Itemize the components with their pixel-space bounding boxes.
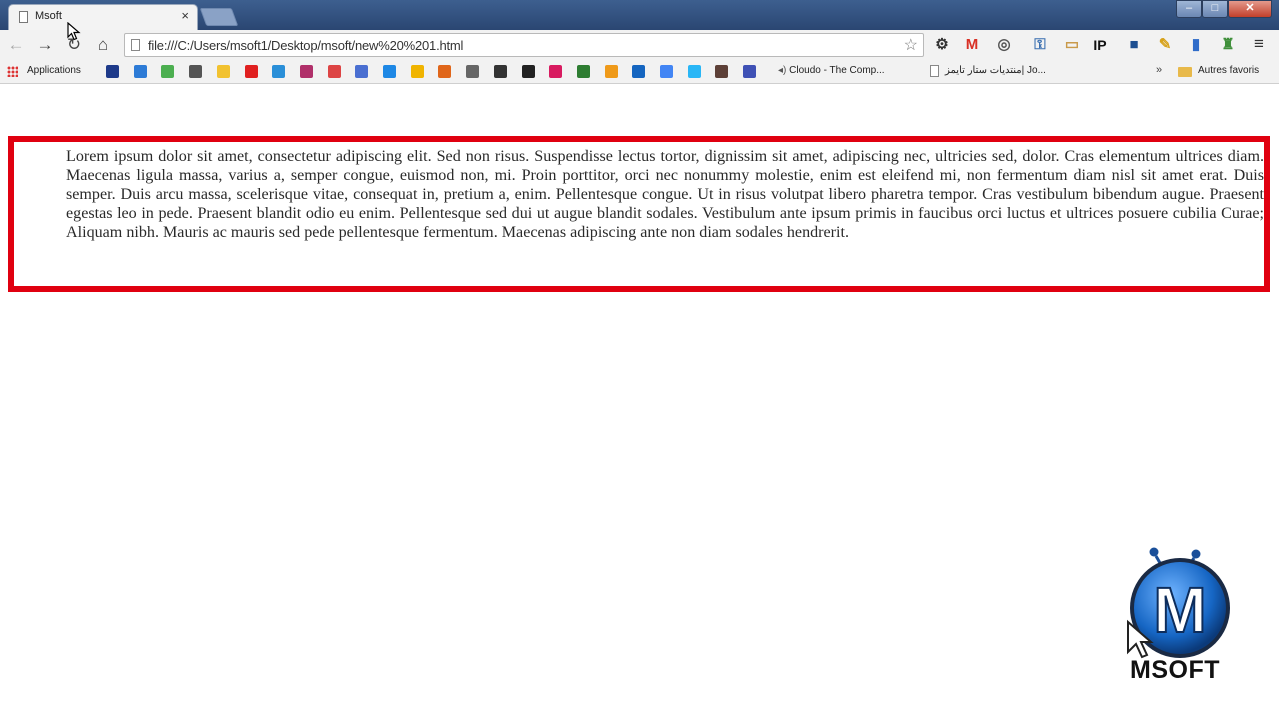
- bookmark-favicon-icon[interactable]: [355, 65, 369, 78]
- bookmark-favicon-icon[interactable]: [493, 65, 507, 78]
- msoft-logo-text: MSOFT: [1130, 656, 1220, 684]
- maximize-button[interactable]: □: [1202, 0, 1228, 18]
- gear-icon[interactable]: ⚙: [933, 36, 951, 54]
- speaker-icon: ◂): [778, 65, 787, 76]
- title-bar: Msoft × – □ ✕: [0, 0, 1279, 30]
- bookmark-favicon-icon[interactable]: [272, 65, 286, 78]
- menu-icon[interactable]: ≡: [1254, 34, 1264, 54]
- document-icon: [19, 11, 28, 23]
- bookmark-favicon-icon[interactable]: [216, 65, 230, 78]
- bookmark-other-favorites[interactable]: Autres favoris: [1198, 65, 1259, 76]
- bookmark-favicon-icon[interactable]: [438, 65, 452, 78]
- close-window-button[interactable]: ✕: [1228, 0, 1272, 18]
- bookmark-startimes[interactable]: منتديات ستار تايمز| Jo...: [945, 65, 1046, 76]
- bookmark-favicon-icon[interactable]: [410, 65, 424, 78]
- browser-tab[interactable]: Msoft ×: [8, 4, 198, 30]
- forward-icon[interactable]: →: [34, 34, 56, 56]
- bookmark-favicon-icon[interactable]: [604, 65, 618, 78]
- blue-square-icon[interactable]: ■: [1125, 36, 1143, 54]
- bookmark-favicon-icon[interactable]: [189, 65, 203, 78]
- bookmark-favicon-icon[interactable]: [549, 65, 563, 78]
- new-tab-button[interactable]: [199, 8, 239, 26]
- bookmark-favicon-icon[interactable]: [715, 65, 729, 78]
- browser-toolbar: ← → ↻ ⌂ file:///C:/Users/msoft1/Desktop/…: [0, 30, 1279, 60]
- bookmarks-bar: Applications ◂) Cloudo - The Comp... منت…: [0, 60, 1279, 84]
- apps-grid-icon[interactable]: [7, 66, 18, 77]
- minimize-button[interactable]: –: [1176, 0, 1202, 18]
- bookmark-favicon-icon[interactable]: [466, 65, 480, 78]
- document-icon: [930, 65, 939, 77]
- bookmark-favicon-icon[interactable]: [660, 65, 673, 78]
- bookmark-favicon-icon[interactable]: [632, 65, 646, 78]
- page-info-icon[interactable]: [131, 39, 140, 51]
- bookmark-favicon-icon[interactable]: [687, 65, 701, 78]
- logo-letter: M: [1153, 574, 1206, 646]
- bookmark-favicon-icon[interactable]: [133, 65, 147, 78]
- bookmark-favicon-icon[interactable]: [327, 65, 341, 78]
- back-icon[interactable]: ←: [5, 34, 27, 56]
- address-bar[interactable]: file:///C:/Users/msoft1/Desktop/msoft/ne…: [124, 33, 924, 57]
- bordered-content-box: Lorem ipsum dolor sit amet, consectetur …: [8, 136, 1270, 292]
- bookmark-cloudo-label: Cloudo - The Comp...: [789, 65, 885, 76]
- bookmark-favicon-icon[interactable]: [161, 65, 175, 78]
- bookmark-favicon-icon[interactable]: [299, 65, 313, 78]
- mouse-cursor-icon: [67, 22, 81, 41]
- mosque-icon[interactable]: ♜: [1219, 36, 1237, 54]
- tab-close-icon[interactable]: ×: [181, 8, 189, 23]
- ip-icon[interactable]: IP: [1091, 36, 1109, 54]
- gmail-icon[interactable]: M: [963, 36, 981, 54]
- url-text[interactable]: file:///C:/Users/msoft1/Desktop/msoft/ne…: [148, 38, 463, 53]
- bookmark-favicon-icon[interactable]: [383, 65, 396, 78]
- bookmark-favicon-icon[interactable]: [521, 65, 535, 78]
- bookmark-cloudo[interactable]: ◂) Cloudo - The Comp...: [778, 65, 885, 76]
- pen-icon[interactable]: ✎: [1156, 36, 1174, 54]
- key-icon[interactable]: ⚿: [1031, 36, 1049, 54]
- bookmarks-overflow-chevron[interactable]: »: [1156, 64, 1162, 76]
- note-icon[interactable]: ▭: [1063, 36, 1081, 54]
- bookmark-star-icon[interactable]: ☆: [904, 35, 918, 55]
- home-icon[interactable]: ⌂: [92, 34, 114, 56]
- tab-title: Msoft: [35, 10, 62, 22]
- bookmark-favicon-icon[interactable]: [743, 65, 757, 78]
- bookmark-favicon-icon[interactable]: [576, 65, 590, 78]
- chart-icon[interactable]: ▮: [1187, 36, 1205, 54]
- bookmark-applications[interactable]: Applications: [27, 65, 81, 76]
- bookmark-favicon-icon[interactable]: [244, 65, 258, 78]
- lorem-paragraph: Lorem ipsum dolor sit amet, consectetur …: [66, 148, 1264, 241]
- bookmark-favicon-icon[interactable]: [106, 65, 119, 78]
- folder-icon: [1178, 67, 1192, 77]
- spiral-icon[interactable]: ◎: [995, 36, 1013, 54]
